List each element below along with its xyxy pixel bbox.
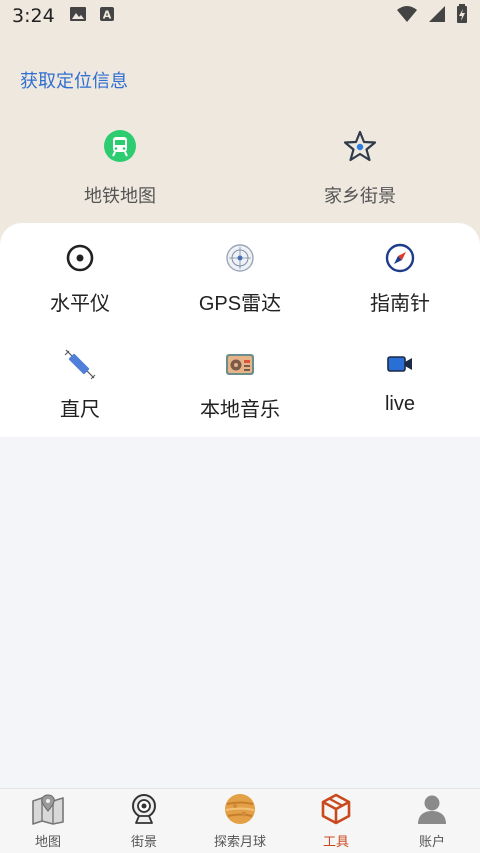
nav-explore-moon[interactable]: 探索月球 [192,789,288,853]
tools-panel: 水平仪 GPS雷达 指南针 直尺 本地音乐 live [0,223,480,437]
nav-tools-label: 工具 [322,834,349,849]
tool-local-music[interactable]: 本地音乐 [160,349,320,422]
tool-level-label: 水平仪 [50,293,110,315]
user-icon [416,793,448,830]
bottom-nav: 地图 街景 探索月球 工具 账户 [0,788,480,853]
image-icon [69,6,87,27]
nav-street-view[interactable]: 街景 [96,789,192,853]
nav-street-view-label: 街景 [130,834,157,849]
level-icon [65,243,95,278]
tool-gps-radar-label: GPS雷达 [198,293,282,315]
tool-local-music-label: 本地音乐 [200,399,280,421]
nav-explore-moon-label: 探索月球 [213,834,266,849]
map-icon [31,793,65,830]
battery-charging-icon [456,3,468,29]
tool-compass[interactable]: 指南针 [320,243,480,316]
hometown-street-view-button[interactable]: 家乡街景 [280,128,440,208]
compass-icon [385,243,415,278]
quick-links: 地铁地图 家乡街景 [0,128,480,208]
signal-icon [428,5,446,28]
tool-gps-radar[interactable]: GPS雷达 [160,243,320,316]
wifi-icon [396,5,418,28]
nav-account-label: 账户 [418,834,445,849]
tool-compass-label: 指南针 [370,293,430,315]
nav-map[interactable]: 地图 [0,789,96,853]
tool-level[interactable]: 水平仪 [0,243,160,316]
nav-tools[interactable]: 工具 [288,789,384,853]
tool-live-label: live [384,393,415,415]
metro-map-label: 地铁地图 [84,186,156,206]
webcam-icon [129,793,159,830]
nav-map-label: 地图 [34,834,61,849]
status-bar: 3:24 A [0,0,480,32]
ruler-icon [63,347,97,386]
metro-map-button[interactable]: 地铁地图 [40,128,200,208]
tool-ruler[interactable]: 直尺 [0,349,160,422]
tool-ruler-label: 直尺 [60,399,100,421]
svg-text:A: A [102,8,111,21]
radar-icon [225,243,255,278]
tool-live[interactable]: live [320,349,480,416]
toolbox-cube-icon [320,793,352,830]
radio-icon [225,351,255,382]
star-icon [343,129,377,168]
font-icon: A [99,6,115,27]
status-time: 3:24 [12,5,55,27]
hometown-street-view-label: 家乡街景 [324,186,396,206]
video-camera-icon [387,354,413,379]
metro-icon [103,129,137,168]
nav-account[interactable]: 账户 [384,789,480,853]
moon-icon [224,793,256,830]
get-location-link[interactable]: 获取定位信息 [20,67,128,93]
